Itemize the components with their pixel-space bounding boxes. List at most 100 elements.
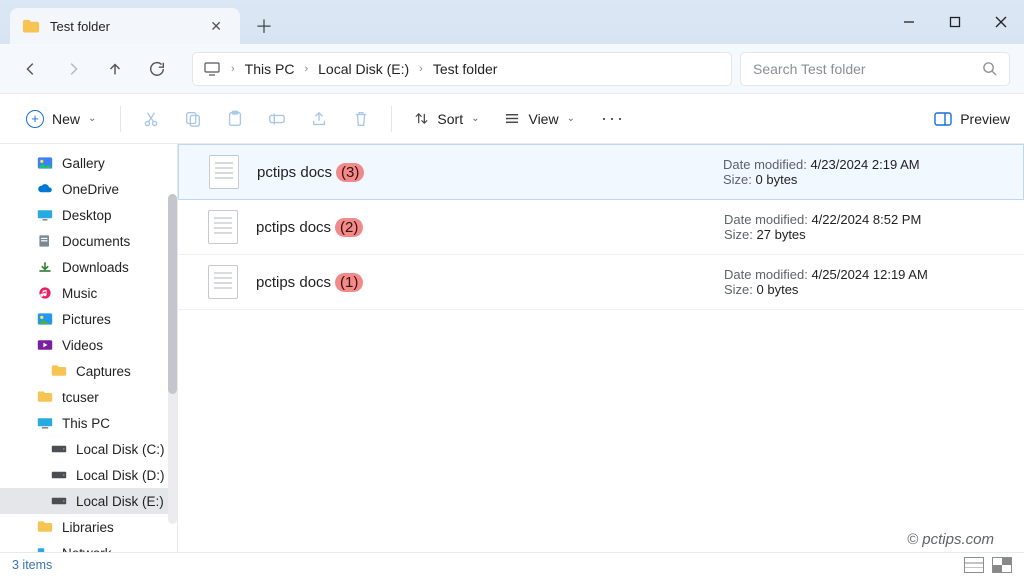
breadcrumb-folder[interactable]: Test folder [433, 61, 498, 77]
rename-button[interactable] [259, 101, 295, 137]
downloads-icon [36, 259, 54, 275]
sidebar-item-label: Downloads [62, 260, 129, 275]
sidebar-item-label: Desktop [62, 208, 112, 223]
refresh-button[interactable] [140, 52, 174, 86]
sidebar-item-local-disk-d-[interactable]: Local Disk (D:) [0, 462, 177, 488]
sort-icon [414, 111, 429, 126]
new-label: New [52, 111, 80, 127]
sidebar-item-music[interactable]: Music [0, 280, 177, 306]
folder-icon [50, 363, 68, 379]
address-bar[interactable]: › This PC › Local Disk (E:) › Test folde… [192, 52, 732, 86]
pictures-icon [36, 311, 54, 327]
sidebar-item-local-disk-c-[interactable]: Local Disk (C:) [0, 436, 177, 462]
chevron-right-icon: › [231, 63, 235, 75]
thumbnails-view-button[interactable] [992, 557, 1012, 573]
sidebar-item-tcuser[interactable]: tcuser [0, 384, 177, 410]
sidebar-item-label: Pictures [62, 312, 111, 327]
monitor-icon [203, 61, 221, 77]
sidebar-item-label: Music [62, 286, 97, 301]
chevron-down-icon: ⌄ [471, 113, 479, 124]
sidebar-item-label: Local Disk (D:) [76, 468, 165, 483]
sidebar-item-gallery[interactable]: Gallery [0, 150, 177, 176]
sidebar-item-captures[interactable]: Captures [0, 358, 177, 384]
view-label: View [528, 111, 558, 127]
forward-button[interactable] [56, 52, 90, 86]
highlight-suffix: (1) [335, 273, 363, 292]
sidebar-item-label: Gallery [62, 156, 105, 171]
sidebar-item-documents[interactable]: Documents [0, 228, 177, 254]
sidebar-item-label: Videos [62, 338, 103, 353]
close-button[interactable] [978, 0, 1024, 44]
tab-close-button[interactable]: ✕ [204, 16, 228, 37]
sidebar-item-downloads[interactable]: Downloads [0, 254, 177, 280]
minimize-button[interactable] [886, 0, 932, 44]
up-button[interactable] [98, 52, 132, 86]
file-row[interactable]: pctips docs (3) Date modified: 4/23/2024… [178, 144, 1024, 200]
text-file-icon [208, 265, 238, 299]
sidebar-item-pictures[interactable]: Pictures [0, 306, 177, 332]
chevron-right-icon: › [419, 63, 423, 75]
documents-icon [36, 233, 54, 249]
window-controls [886, 0, 1024, 44]
text-file-icon [209, 155, 239, 189]
sidebar-item-label: This PC [62, 416, 110, 431]
search-icon [982, 61, 997, 76]
cut-button[interactable] [133, 101, 169, 137]
sidebar-item-onedrive[interactable]: OneDrive [0, 176, 177, 202]
desktop-icon [36, 207, 54, 223]
sort-button[interactable]: Sort ⌄ [404, 105, 489, 133]
chevron-down-icon: ⌄ [567, 113, 575, 124]
toolbar: + New ⌄ Sort ⌄ View ⌄ ··· Preview [0, 94, 1024, 144]
item-count: 3 items [12, 558, 52, 572]
separator [120, 106, 121, 132]
folder-icon [36, 519, 54, 535]
more-button[interactable]: ··· [591, 108, 635, 129]
file-row[interactable]: pctips docs (2) Date modified: 4/22/2024… [178, 200, 1024, 255]
onedrive-icon [36, 181, 54, 197]
network-icon [36, 545, 54, 552]
search-input[interactable] [753, 61, 982, 77]
scrollbar-thumb[interactable] [168, 194, 177, 394]
videos-icon [36, 337, 54, 353]
sidebar-item-label: Documents [62, 234, 130, 249]
new-tab-button[interactable]: ＋ [248, 10, 280, 42]
copy-button[interactable] [175, 101, 211, 137]
watermark: © pctips.com [907, 531, 994, 548]
sidebar-item-network[interactable]: Network [0, 540, 177, 552]
preview-button[interactable]: Preview [934, 111, 1010, 127]
breadcrumb-drive[interactable]: Local Disk (E:) [318, 61, 409, 77]
sidebar-item-label: OneDrive [62, 182, 119, 197]
details-view-button[interactable] [964, 557, 984, 573]
sidebar-item-local-disk-e-[interactable]: Local Disk (E:) [0, 488, 177, 514]
delete-button[interactable] [343, 101, 379, 137]
file-meta: Date modified: 4/22/2024 8:52 PM Size: 2… [724, 212, 1004, 242]
new-button[interactable]: + New ⌄ [14, 104, 108, 134]
file-row[interactable]: pctips docs (1) Date modified: 4/25/2024… [178, 255, 1024, 310]
file-meta: Date modified: 4/23/2024 2:19 AM Size: 0… [723, 157, 1003, 187]
sidebar-item-libraries[interactable]: Libraries [0, 514, 177, 540]
tab-current[interactable]: Test folder ✕ [10, 8, 240, 44]
separator [391, 106, 392, 132]
breadcrumb-root[interactable]: This PC [245, 61, 295, 77]
paste-button[interactable] [217, 101, 253, 137]
file-meta: Date modified: 4/25/2024 12:19 AM Size: … [724, 267, 1004, 297]
text-file-icon [208, 210, 238, 244]
chevron-right-icon: › [304, 63, 308, 75]
search-box[interactable] [740, 52, 1010, 86]
status-bar: 3 items [0, 552, 1024, 576]
sidebar-item-this-pc[interactable]: This PC [0, 410, 177, 436]
sidebar: Gallery OneDrive Desktop Documents Downloads… [0, 144, 178, 552]
back-button[interactable] [14, 52, 48, 86]
music-icon [36, 285, 54, 301]
sidebar-item-label: Captures [76, 364, 131, 379]
sidebar-item-desktop[interactable]: Desktop [0, 202, 177, 228]
tab-title: Test folder [50, 19, 110, 34]
file-name: pctips docs (2) [256, 218, 363, 237]
sidebar-item-videos[interactable]: Videos [0, 332, 177, 358]
view-button[interactable]: View ⌄ [495, 105, 584, 133]
share-button[interactable] [301, 101, 337, 137]
maximize-button[interactable] [932, 0, 978, 44]
disk-icon [50, 493, 68, 509]
disk-icon [50, 467, 68, 483]
preview-label: Preview [960, 111, 1010, 127]
